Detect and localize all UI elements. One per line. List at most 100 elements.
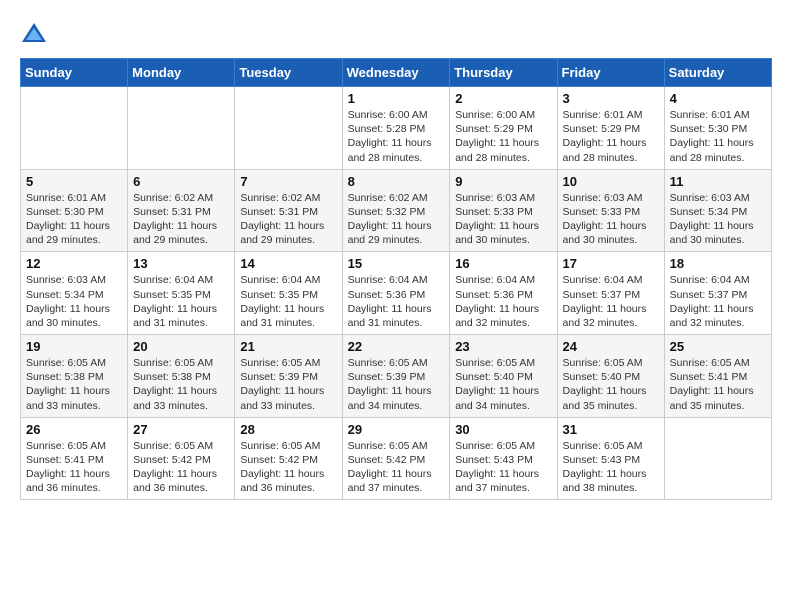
day-info: Sunrise: 6:05 AM Sunset: 5:39 PM Dayligh…: [348, 356, 445, 413]
weekday-header-saturday: Saturday: [664, 59, 771, 87]
day-info: Sunrise: 6:04 AM Sunset: 5:37 PM Dayligh…: [563, 273, 659, 330]
day-info: Sunrise: 6:04 AM Sunset: 5:36 PM Dayligh…: [455, 273, 551, 330]
day-info: Sunrise: 6:05 AM Sunset: 5:38 PM Dayligh…: [26, 356, 122, 413]
day-info: Sunrise: 6:04 AM Sunset: 5:35 PM Dayligh…: [133, 273, 229, 330]
calendar-cell: 14 Sunrise: 6:04 AM Sunset: 5:35 PM Dayli…: [235, 252, 342, 335]
day-info: Sunrise: 6:03 AM Sunset: 5:33 PM Dayligh…: [455, 191, 551, 248]
calendar-cell: 18 Sunrise: 6:04 AM Sunset: 5:37 PM Dayli…: [664, 252, 771, 335]
day-number: 18: [670, 256, 766, 271]
calendar-cell: 30 Sunrise: 6:05 AM Sunset: 5:43 PM Dayli…: [450, 417, 557, 500]
calendar-cell: 6Sunrise: 6:02 AM Sunset: 5:31 PM Daylig…: [128, 169, 235, 252]
day-number: 26: [26, 422, 122, 437]
day-number: 17: [563, 256, 659, 271]
calendar-cell: 5Sunrise: 6:01 AM Sunset: 5:30 PM Daylig…: [21, 169, 128, 252]
day-number: 2: [455, 91, 551, 106]
day-info: Sunrise: 6:00 AM Sunset: 5:28 PM Dayligh…: [348, 108, 445, 165]
weekday-header-row: SundayMondayTuesdayWednesdayThursdayFrid…: [21, 59, 772, 87]
calendar-cell: 3Sunrise: 6:01 AM Sunset: 5:29 PM Daylig…: [557, 87, 664, 170]
calendar-table: SundayMondayTuesdayWednesdayThursdayFrid…: [20, 58, 772, 500]
day-number: 31: [563, 422, 659, 437]
day-number: 23: [455, 339, 551, 354]
calendar-cell: 27 Sunrise: 6:05 AM Sunset: 5:42 PM Dayli…: [128, 417, 235, 500]
day-info: Sunrise: 6:05 AM Sunset: 5:41 PM Dayligh…: [26, 439, 122, 496]
week-row-4: 19 Sunrise: 6:05 AM Sunset: 5:38 PM Dayli…: [21, 335, 772, 418]
calendar-cell: 17 Sunrise: 6:04 AM Sunset: 5:37 PM Dayli…: [557, 252, 664, 335]
day-number: 8: [348, 174, 445, 189]
day-number: 12: [26, 256, 122, 271]
week-row-2: 5Sunrise: 6:01 AM Sunset: 5:30 PM Daylig…: [21, 169, 772, 252]
calendar-cell: [664, 417, 771, 500]
day-number: 4: [670, 91, 766, 106]
calendar-cell: 2Sunrise: 6:00 AM Sunset: 5:29 PM Daylig…: [450, 87, 557, 170]
calendar-cell: 28Sunrise: 6:05 AM Sunset: 5:42 PM Dayli…: [235, 417, 342, 500]
day-info: Sunrise: 6:02 AM Sunset: 5:32 PM Dayligh…: [348, 191, 445, 248]
day-info: Sunrise: 6:05 AM Sunset: 5:40 PM Dayligh…: [563, 356, 659, 413]
calendar-cell: 22 Sunrise: 6:05 AM Sunset: 5:39 PM Dayli…: [342, 335, 450, 418]
day-info: Sunrise: 6:04 AM Sunset: 5:35 PM Dayligh…: [240, 273, 336, 330]
day-number: 19: [26, 339, 122, 354]
calendar-cell: 4 Sunrise: 6:01 AM Sunset: 5:30 PM Daylig…: [664, 87, 771, 170]
calendar-cell: 25 Sunrise: 6:05 AM Sunset: 5:41 PM Dayli…: [664, 335, 771, 418]
calendar-cell: 11 Sunrise: 6:03 AM Sunset: 5:34 PM Dayli…: [664, 169, 771, 252]
day-number: 29: [348, 422, 445, 437]
day-number: 15: [348, 256, 445, 271]
calendar-cell: [21, 87, 128, 170]
calendar-cell: 21Sunrise: 6:05 AM Sunset: 5:39 PM Dayli…: [235, 335, 342, 418]
calendar-cell: 10 Sunrise: 6:03 AM Sunset: 5:33 PM Dayli…: [557, 169, 664, 252]
day-info: Sunrise: 6:03 AM Sunset: 5:34 PM Dayligh…: [670, 191, 766, 248]
day-info: Sunrise: 6:05 AM Sunset: 5:41 PM Dayligh…: [670, 356, 766, 413]
calendar-cell: 12 Sunrise: 6:03 AM Sunset: 5:34 PM Dayli…: [21, 252, 128, 335]
calendar-cell: 8 Sunrise: 6:02 AM Sunset: 5:32 PM Daylig…: [342, 169, 450, 252]
day-info: Sunrise: 6:05 AM Sunset: 5:38 PM Dayligh…: [133, 356, 229, 413]
weekday-header-wednesday: Wednesday: [342, 59, 450, 87]
calendar-cell: 15 Sunrise: 6:04 AM Sunset: 5:36 PM Dayli…: [342, 252, 450, 335]
logo-icon: [20, 20, 48, 48]
calendar-cell: 9Sunrise: 6:03 AM Sunset: 5:33 PM Daylig…: [450, 169, 557, 252]
day-number: 16: [455, 256, 551, 271]
day-number: 14: [240, 256, 336, 271]
weekday-header-friday: Friday: [557, 59, 664, 87]
day-info: Sunrise: 6:03 AM Sunset: 5:34 PM Dayligh…: [26, 273, 122, 330]
day-info: Sunrise: 6:02 AM Sunset: 5:31 PM Dayligh…: [133, 191, 229, 248]
calendar-cell: [235, 87, 342, 170]
calendar-cell: 23 Sunrise: 6:05 AM Sunset: 5:40 PM Dayli…: [450, 335, 557, 418]
page: SundayMondayTuesdayWednesdayThursdayFrid…: [0, 0, 792, 510]
calendar-cell: 1Sunrise: 6:00 AM Sunset: 5:28 PM Daylig…: [342, 87, 450, 170]
calendar-cell: 20 Sunrise: 6:05 AM Sunset: 5:38 PM Dayli…: [128, 335, 235, 418]
calendar-cell: 16 Sunrise: 6:04 AM Sunset: 5:36 PM Dayli…: [450, 252, 557, 335]
weekday-header-tuesday: Tuesday: [235, 59, 342, 87]
calendar-cell: 26 Sunrise: 6:05 AM Sunset: 5:41 PM Dayli…: [21, 417, 128, 500]
day-number: 13: [133, 256, 229, 271]
day-info: Sunrise: 6:05 AM Sunset: 5:40 PM Dayligh…: [455, 356, 551, 413]
header: [20, 20, 772, 48]
day-number: 28: [240, 422, 336, 437]
weekday-header-sunday: Sunday: [21, 59, 128, 87]
calendar-cell: 13 Sunrise: 6:04 AM Sunset: 5:35 PM Dayli…: [128, 252, 235, 335]
day-number: 21: [240, 339, 336, 354]
day-info: Sunrise: 6:01 AM Sunset: 5:30 PM Dayligh…: [670, 108, 766, 165]
day-info: Sunrise: 6:04 AM Sunset: 5:37 PM Dayligh…: [670, 273, 766, 330]
day-info: Sunrise: 6:03 AM Sunset: 5:33 PM Dayligh…: [563, 191, 659, 248]
day-number: 7: [240, 174, 336, 189]
logo: [20, 20, 52, 48]
day-number: 25: [670, 339, 766, 354]
day-info: Sunrise: 6:04 AM Sunset: 5:36 PM Dayligh…: [348, 273, 445, 330]
day-info: Sunrise: 6:05 AM Sunset: 5:42 PM Dayligh…: [348, 439, 445, 496]
day-info: Sunrise: 6:05 AM Sunset: 5:42 PM Dayligh…: [133, 439, 229, 496]
day-info: Sunrise: 6:05 AM Sunset: 5:43 PM Dayligh…: [455, 439, 551, 496]
weekday-header-monday: Monday: [128, 59, 235, 87]
day-info: Sunrise: 6:02 AM Sunset: 5:31 PM Dayligh…: [240, 191, 336, 248]
day-number: 22: [348, 339, 445, 354]
day-info: Sunrise: 6:01 AM Sunset: 5:30 PM Dayligh…: [26, 191, 122, 248]
calendar-cell: 7 Sunrise: 6:02 AM Sunset: 5:31 PM Daylig…: [235, 169, 342, 252]
day-number: 20: [133, 339, 229, 354]
calendar-cell: 19 Sunrise: 6:05 AM Sunset: 5:38 PM Dayli…: [21, 335, 128, 418]
weekday-header-thursday: Thursday: [450, 59, 557, 87]
week-row-1: 1Sunrise: 6:00 AM Sunset: 5:28 PM Daylig…: [21, 87, 772, 170]
day-number: 27: [133, 422, 229, 437]
day-number: 11: [670, 174, 766, 189]
day-number: 30: [455, 422, 551, 437]
day-number: 10: [563, 174, 659, 189]
calendar-cell: 31 Sunrise: 6:05 AM Sunset: 5:43 PM Dayli…: [557, 417, 664, 500]
day-info: Sunrise: 6:05 AM Sunset: 5:43 PM Dayligh…: [563, 439, 659, 496]
